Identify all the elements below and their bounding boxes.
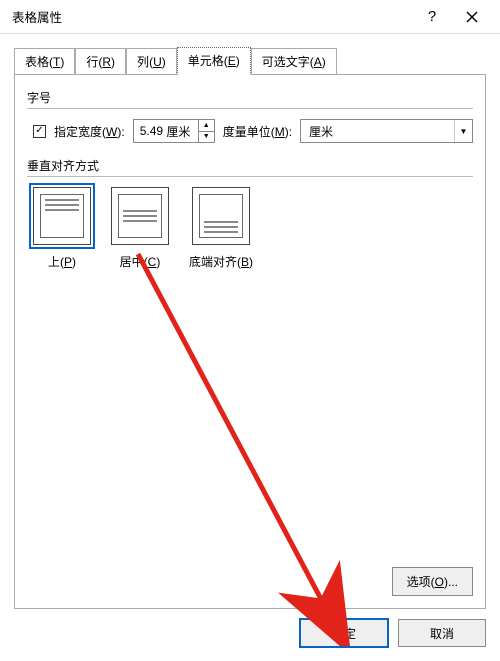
preferred-width-label: 指定宽度(W): xyxy=(54,123,125,140)
size-row: ✓ 指定宽度(W): 5.49 厘米 ▲ ▼ 度量单位(M): 厘米 ▼ xyxy=(33,119,473,143)
valign-center-button[interactable] xyxy=(111,187,169,245)
close-button[interactable] xyxy=(452,0,492,34)
ok-button[interactable]: 确定 xyxy=(300,619,388,647)
chevron-down-icon[interactable]: ▼ xyxy=(454,120,472,142)
valign-item-top: 上(P) xyxy=(33,187,91,270)
valign-item-center: 居中(C) xyxy=(111,187,169,270)
measure-unit-combo[interactable]: 厘米 ▼ xyxy=(300,119,473,143)
measure-unit-label: 度量单位(M): xyxy=(223,123,292,140)
valign-top-icon xyxy=(40,194,84,238)
size-group-label: 字号 xyxy=(27,89,473,106)
valign-bottom-icon xyxy=(199,194,243,238)
tab-table[interactable]: 表格(T) xyxy=(14,48,75,75)
spinner-down[interactable]: ▼ xyxy=(199,132,214,143)
dialog-footer: 确定 取消 xyxy=(300,619,486,647)
valign-center-icon xyxy=(118,194,162,238)
tab-column[interactable]: 列(U) xyxy=(126,48,177,75)
tab-row[interactable]: 行(R) xyxy=(75,48,126,75)
window-title: 表格属性 xyxy=(12,7,412,26)
spinner-up[interactable]: ▲ xyxy=(199,120,214,132)
valign-group-label: 垂直对齐方式 xyxy=(27,157,473,174)
help-button[interactable]: ? xyxy=(412,0,452,34)
valign-top-button[interactable] xyxy=(33,187,91,245)
divider xyxy=(27,108,473,109)
valign-top-label: 上(P) xyxy=(48,253,76,270)
valign-row: 上(P) 居中(C) 底端对齐(B) xyxy=(33,187,473,270)
titlebar: 表格属性 ? xyxy=(0,0,500,34)
width-value[interactable]: 5.49 厘米 xyxy=(134,120,198,142)
tab-panel-cell: 字号 ✓ 指定宽度(W): 5.49 厘米 ▲ ▼ 度量单位(M): 厘米 ▼ … xyxy=(14,74,486,609)
preferred-width-checkbox[interactable]: ✓ xyxy=(33,125,46,138)
valign-bottom-button[interactable] xyxy=(192,187,250,245)
cancel-button[interactable]: 取消 xyxy=(398,619,486,647)
tab-strip: 表格(T) 行(R) 列(U) 单元格(E) 可选文字(A) xyxy=(0,34,500,74)
valign-bottom-label: 底端对齐(B) xyxy=(189,253,253,270)
close-icon xyxy=(466,11,478,23)
measure-unit-value: 厘米 xyxy=(301,123,454,140)
valign-center-label: 居中(C) xyxy=(120,253,161,270)
width-spinner[interactable]: 5.49 厘米 ▲ ▼ xyxy=(133,119,215,143)
divider xyxy=(27,176,473,177)
tab-cell[interactable]: 单元格(E) xyxy=(177,47,251,75)
tab-alttext[interactable]: 可选文字(A) xyxy=(251,48,337,75)
options-button[interactable]: 选项(O)... xyxy=(392,567,473,596)
valign-item-bottom: 底端对齐(B) xyxy=(189,187,253,270)
